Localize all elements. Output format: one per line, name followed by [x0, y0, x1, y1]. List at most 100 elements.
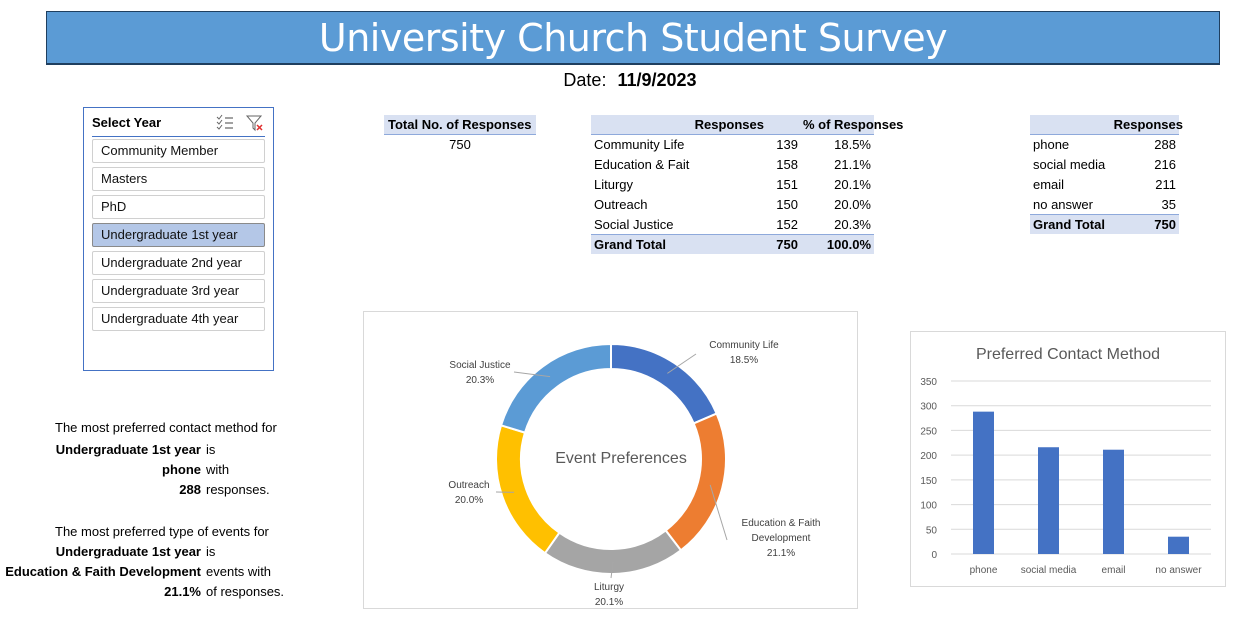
bar-chart-title: Preferred Contact Method [976, 346, 1160, 363]
row-pct: 18.5% [834, 137, 871, 152]
row-responses: 151 [776, 177, 798, 192]
contact-pivot-table: Responses phone 288 social media 216 ema… [1030, 115, 1183, 235]
events-summary-events-with: events with [206, 564, 272, 579]
y-tick-label: 250 [920, 426, 937, 437]
donut-slice-social-justice[interactable] [499, 342, 612, 434]
contact-summary-intro: The most preferred contact method for [55, 420, 277, 435]
row-responses: 211 [1155, 177, 1176, 192]
row-label: email [1033, 177, 1065, 192]
page-title: University Church Student Survey [318, 15, 948, 60]
slicer-item-undergrad-4th[interactable]: Undergraduate 4th year [92, 307, 265, 331]
row-label: Social Justice [594, 217, 674, 232]
row-label: no answer [1033, 197, 1093, 212]
bar-chart-svg: Preferred Contact Method 0 50 100 150 200 250… [920, 346, 1211, 576]
row-label: phone [1033, 137, 1070, 152]
multi-select-icon[interactable] [215, 114, 235, 132]
events-summary-intro: The most preferred type of events for [55, 524, 269, 539]
date-row: Date: 11/9/2023 [0, 70, 1260, 91]
row-responses: 139 [776, 137, 798, 152]
contact-summary-group: Undergraduate 1st year [55, 442, 201, 457]
grand-total-responses: 750 [1154, 217, 1176, 232]
col-pct-responses: % of Responses [803, 117, 904, 132]
y-tick-label: 200 [920, 451, 937, 462]
x-tick-label: no answer [1155, 565, 1202, 576]
row-label: Outreach [594, 197, 648, 212]
events-summary-pct: 21.1% [164, 584, 201, 599]
grand-total-pct: 100.0% [826, 237, 871, 252]
events-summary-is: is [206, 544, 216, 559]
slicer-item-undergrad-3rd[interactable]: Undergraduate 3rd year [92, 279, 265, 303]
y-tick-label: 350 [920, 377, 937, 388]
slicer-item-phd[interactable]: PhD [92, 195, 265, 219]
row-responses: 216 [1154, 157, 1176, 172]
contact-summary-count: 288 [179, 482, 201, 497]
contact-summary-with: with [206, 462, 230, 477]
donut-data-label-education-faith-development: Education & Faith Development 21.1% [742, 518, 821, 559]
donut-chart-title: Event Preferences [555, 450, 687, 467]
row-label: social media [1033, 157, 1106, 172]
y-tick-label: 0 [931, 550, 937, 561]
donut-data-label-outreach: Outreach 20.0% [448, 480, 489, 506]
slicer-item-masters[interactable]: Masters [92, 167, 265, 191]
clear-filter-icon[interactable] [245, 114, 265, 132]
event-preferences-chart[interactable]: Community Life 18.5% Education & Faith Deve… [363, 311, 858, 609]
events-summary-group: Undergraduate 1st year [55, 544, 201, 559]
y-tick-label: 50 [926, 525, 938, 536]
donut-slice-liturgy[interactable] [543, 529, 683, 575]
grand-total-label: Grand Total [1033, 217, 1105, 232]
row-responses: 288 [1154, 137, 1176, 152]
donut-slice-education-faith-development[interactable] [664, 412, 727, 552]
slicer-item-community-member[interactable]: Community Member [92, 139, 265, 163]
row-pct: 20.0% [834, 197, 871, 212]
slicer-title: Select Year [92, 115, 162, 130]
contact-summary-responses: responses. [206, 482, 270, 497]
bar-email[interactable] [1103, 449, 1124, 554]
preferred-contact-chart[interactable]: Preferred Contact Method 0 50 100 150 200 250… [910, 331, 1226, 587]
donut-data-label-liturgy: Liturgy 20.1% [594, 582, 624, 608]
contact-grand-total-row: Grand Total 750 [1030, 214, 1179, 234]
events-summary-of-responses: of responses. [206, 584, 285, 599]
y-tick-label: 150 [920, 476, 937, 487]
contact-summary-is: is [206, 442, 216, 457]
x-tick-label: phone [970, 565, 998, 576]
donut-slice-outreach[interactable] [495, 424, 561, 555]
title-banner: University Church Student Survey [46, 11, 1220, 65]
events-pivot-table: Responses % of Responses Community Life … [591, 115, 903, 255]
contact-summary-method: phone [162, 462, 201, 477]
y-tick-label: 300 [920, 402, 937, 413]
col-responses: Responses [694, 117, 764, 132]
slicer-item-undergrad-2nd[interactable]: Undergraduate 2nd year [92, 251, 265, 275]
total-responses-value: 750 [449, 137, 471, 152]
row-pct: 21.1% [834, 157, 871, 172]
row-responses: 150 [776, 197, 798, 212]
x-tick-label: email [1102, 565, 1126, 576]
grand-total-label: Grand Total [594, 237, 666, 252]
y-tick-label: 100 [920, 501, 937, 512]
year-slicer: Select Year Community Member Masters PhD… [83, 107, 274, 371]
donut-data-label-social-justice: Social Justice 20.3% [449, 360, 511, 386]
total-responses-table: Total No. of Responses 750 [384, 115, 536, 155]
bar-social-media[interactable] [1038, 447, 1059, 554]
row-pct: 20.3% [834, 217, 871, 232]
donut-data-label-community-life: Community Life 18.5% [709, 340, 779, 366]
date-value: 11/9/2023 [617, 70, 697, 90]
row-responses: 152 [776, 217, 798, 232]
row-responses: 35 [1161, 197, 1176, 212]
bar-phone[interactable] [973, 411, 994, 554]
events-grand-total-row: Grand Total 750 100.0% [591, 234, 874, 254]
slicer-item-undergrad-1st[interactable]: Undergraduate 1st year [92, 223, 265, 247]
date-label: Date: [563, 70, 607, 90]
row-responses: 158 [776, 157, 798, 172]
col-responses: Responses [1113, 117, 1183, 132]
grand-total-responses: 750 [776, 237, 798, 252]
row-label: Community Life [594, 137, 685, 152]
events-summary-event: Education & Faith Development [5, 564, 201, 579]
x-tick-label: social media [1021, 565, 1077, 576]
row-label: Liturgy [594, 177, 634, 192]
slicer-header: Select Year [92, 114, 265, 137]
donut-chart-svg: Community Life 18.5% Education & Faith Deve… [448, 340, 821, 608]
bar-no-answer[interactable] [1168, 536, 1189, 554]
row-label: Education & Fait [594, 157, 690, 172]
donut-slice-community-life[interactable] [610, 342, 718, 425]
total-responses-header: Total No. of Responses [384, 115, 536, 135]
